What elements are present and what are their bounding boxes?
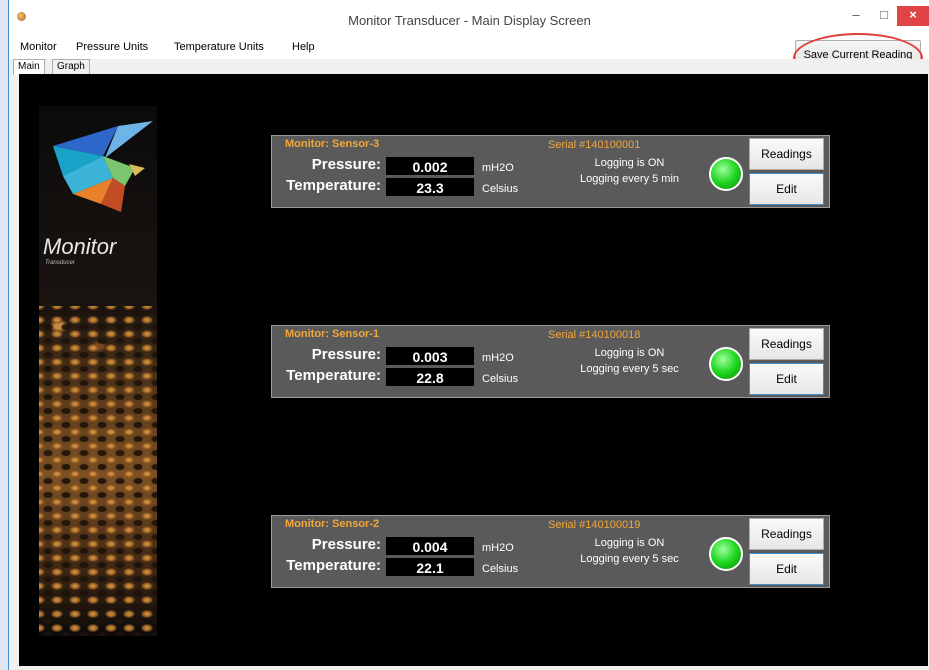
temperature-unit: Celsius — [482, 183, 519, 195]
readings-button[interactable]: Readings — [749, 328, 824, 360]
logging-interval: Logging every 5 min — [579, 173, 680, 185]
edit-button[interactable]: Edit — [749, 553, 824, 585]
status-led-icon — [709, 347, 743, 381]
temperature-value: 23.3 — [386, 178, 474, 196]
pressure-unit: mH2O — [482, 352, 514, 364]
tab-graph[interactable]: Graph — [52, 59, 90, 74]
main-window: Monitor Transducer - Main Display Screen… — [8, 0, 929, 670]
status-led-icon — [709, 537, 743, 571]
bird-logo-icon — [53, 121, 153, 212]
logging-state: Logging is ON — [594, 537, 665, 549]
logging-interval: Logging every 5 sec — [580, 553, 679, 565]
temperature-value: 22.8 — [386, 368, 474, 386]
menu-help[interactable]: Help — [292, 41, 315, 53]
menu-monitor[interactable]: Monitor — [20, 41, 57, 53]
maximize-button[interactable]: □ — [871, 6, 897, 26]
sensor-serial: Serial #140100001 — [548, 139, 641, 151]
logging-state: Logging is ON — [594, 347, 665, 359]
pressure-value: 0.004 — [386, 537, 474, 555]
pressure-value: 0.002 — [386, 157, 474, 175]
logging-state: Logging is ON — [594, 157, 665, 169]
pressure-label: Pressure: — [311, 156, 381, 173]
tab-main[interactable]: Main — [13, 59, 45, 75]
pressure-value: 0.003 — [386, 347, 474, 365]
edit-button[interactable]: Edit — [749, 363, 824, 395]
sensor-serial: Serial #140100018 — [548, 329, 641, 341]
honeycomb-image — [39, 306, 157, 636]
pressure-label: Pressure: — [311, 536, 381, 553]
logging-interval: Logging every 5 sec — [580, 363, 679, 375]
temperature-label: Temperature: — [286, 557, 381, 574]
readings-button[interactable]: Readings — [749, 138, 824, 170]
temperature-value: 22.1 — [386, 558, 474, 576]
window-bottom-border — [9, 666, 929, 670]
status-led-icon — [709, 157, 743, 191]
title-bar[interactable]: Monitor Transducer - Main Display Screen… — [9, 0, 929, 37]
minimize-button[interactable]: – — [843, 6, 869, 26]
window-title: Monitor Transducer - Main Display Screen — [348, 13, 591, 28]
brand-logo-subtitle: Transducer — [45, 260, 75, 266]
brand-logo-text: Monitor — [43, 234, 117, 259]
menu-bar: Monitor Pressure Units Temperature Units… — [9, 37, 929, 59]
main-display-area: Monitor Transducer Monitor: Sensor-3 Ser… — [19, 74, 928, 666]
menu-pressure-units[interactable]: Pressure Units — [76, 41, 148, 53]
brand-banner: Monitor Transducer — [39, 106, 157, 636]
readings-button[interactable]: Readings — [749, 518, 824, 550]
menu-temperature-units[interactable]: Temperature Units — [174, 41, 264, 53]
sensor-title: Monitor: Sensor-2 — [285, 518, 380, 530]
sensor-panel: Monitor: Sensor-3 Serial #140100001 Pres… — [271, 135, 830, 208]
sensor-title: Monitor: Sensor-1 — [285, 328, 380, 340]
edit-button[interactable]: Edit — [749, 173, 824, 205]
sensor-panel: Monitor: Sensor-1 Serial #140100018 Pres… — [271, 325, 830, 398]
temperature-unit: Celsius — [482, 563, 519, 575]
sensor-panel: Monitor: Sensor-2 Serial #140100019 Pres… — [271, 515, 830, 588]
pressure-label: Pressure: — [311, 346, 381, 363]
pressure-unit: mH2O — [482, 162, 514, 174]
sensor-title: Monitor: Sensor-3 — [285, 138, 380, 150]
temperature-unit: Celsius — [482, 373, 519, 385]
temperature-label: Temperature: — [286, 367, 381, 384]
tab-strip: Main Graph — [9, 59, 929, 75]
sensor-serial: Serial #140100019 — [548, 519, 641, 531]
pressure-unit: mH2O — [482, 542, 514, 554]
close-button[interactable]: × — [897, 6, 929, 26]
temperature-label: Temperature: — [286, 177, 381, 194]
